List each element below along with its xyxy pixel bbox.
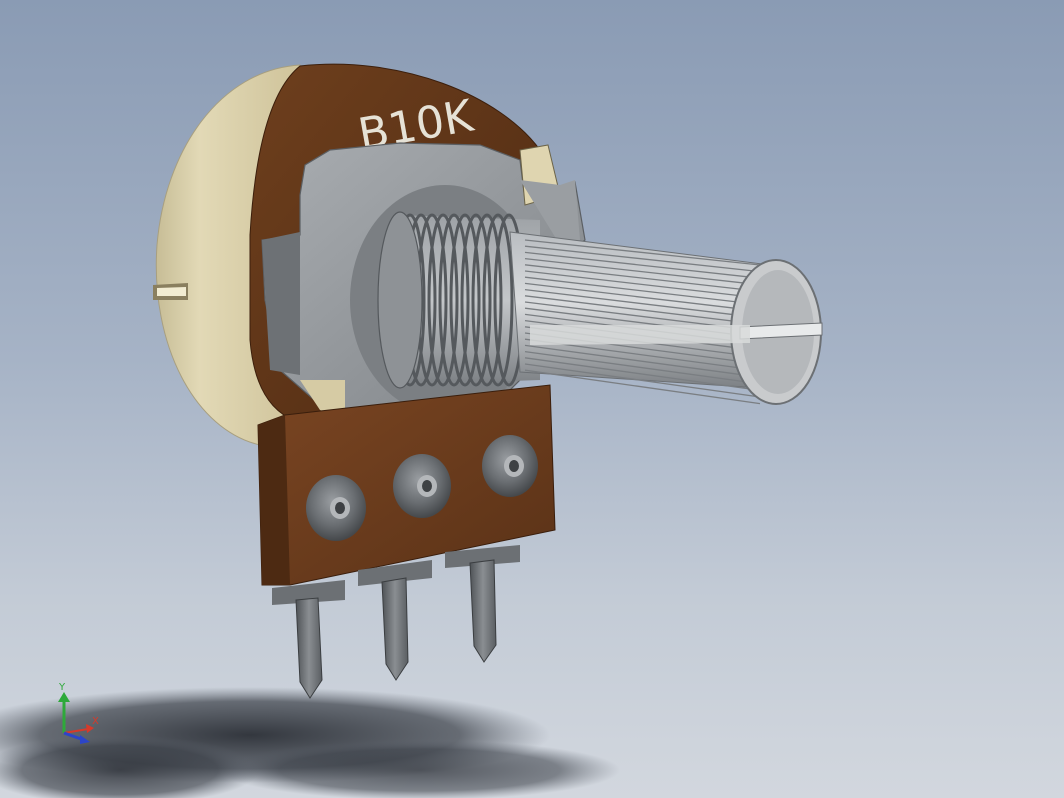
triad-y-label: Y: [58, 682, 66, 693]
knurled-shaft: [509, 231, 823, 405]
terminal-eyelet-2: [393, 454, 451, 518]
terminal-eyelet-1: [306, 475, 366, 541]
triad-x-label: X: [92, 716, 99, 727]
pin-1: [272, 580, 345, 699]
floor-shadow: [0, 687, 620, 798]
model-3d-view[interactable]: B10K Y X: [0, 0, 1064, 798]
pin-2: [358, 560, 432, 681]
threaded-bushing: [350, 185, 540, 415]
terminal-eyelet-3: [482, 435, 538, 497]
pin-3: [445, 545, 520, 663]
graphics-viewport[interactable]: B10K Y X: [0, 0, 1064, 798]
